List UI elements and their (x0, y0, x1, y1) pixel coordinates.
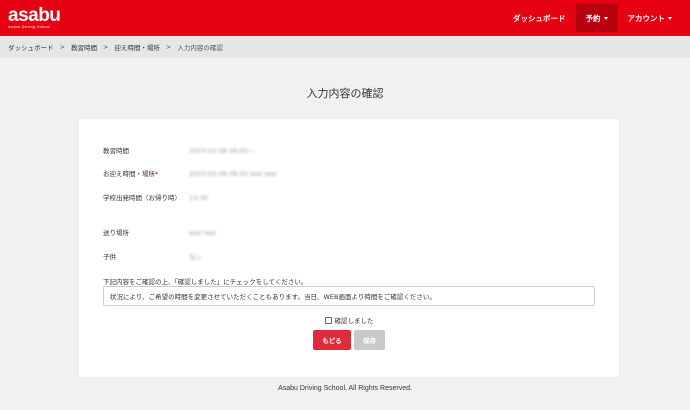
page-title: 入力内容の確認 (306, 87, 384, 100)
breadcrumb-separator: > (102, 43, 109, 51)
departure-value: 13:30 (189, 194, 208, 202)
breadcrumb: ダッシュボード > 教習時間 > 迎え時間・場所 > 入力内容の確認 (0, 36, 690, 58)
confirm-checkbox[interactable] (324, 316, 332, 324)
nav-account-label: アカウント (627, 13, 666, 23)
pickup-value: 2023-02-08 08:35 test test (189, 170, 277, 178)
caret-down-icon (603, 16, 608, 20)
pickup-row: お迎え時間・場所* 2023-02-08 08:35 test test (103, 169, 277, 180)
footer-copyright: Asabu Driving School, All Rights Reserve… (278, 385, 412, 392)
pickup-label: お迎え時間・場所* (103, 169, 189, 180)
confirm-checkbox-row[interactable]: 確認しました (79, 315, 619, 325)
nav-menu: ダッシュボード 予約 アカウント (503, 0, 682, 36)
confirm-label[interactable]: 確認しました (335, 315, 374, 325)
child-value: なし (189, 253, 202, 261)
nav-dashboard[interactable]: ダッシュボード (503, 0, 576, 36)
back-button[interactable]: もどる (313, 330, 351, 350)
pickup-label-text: お迎え時間・場所 (103, 170, 155, 178)
nav-reservation-label: 予約 (585, 13, 601, 23)
breadcrumb-dashboard[interactable]: ダッシュボード (8, 42, 54, 52)
lesson-time-label: 教習時間 (103, 147, 129, 155)
departure-label: 学校出発時間（お帰り時） (103, 194, 181, 202)
lesson-time-value: 2023-02-08 09:00~ (189, 147, 254, 155)
child-label: 子供 (103, 253, 116, 261)
breadcrumb-current: 入力内容の確認 (177, 44, 223, 52)
nav-account-dropdown[interactable]: アカウント (618, 0, 683, 36)
logo-subtitle: Asabu Driving School (8, 24, 51, 29)
action-buttons: もどる 保存 (79, 330, 619, 350)
logo-wordmark: asabu (8, 5, 61, 26)
asabu-logo[interactable]: asabu Asabu Driving School (8, 5, 61, 29)
dropoff-label: 送り場所 (103, 229, 129, 237)
caret-down-icon (668, 16, 672, 20)
breadcrumb-lesson-time[interactable]: 教習時間 (71, 42, 97, 52)
notice-textbox: 状況により、ご希望の時間を変更させていただくこともあります。当日、WEB画面より… (103, 286, 595, 306)
lesson-time-row: 教習時間 2023-02-08 09:00~ (103, 146, 253, 157)
dropoff-row: 送り場所 test test (103, 228, 216, 239)
notice-label: 下記内容をご確認の上、「確認しました」にチェックをしてください。 (103, 278, 308, 286)
nav-reservation-dropdown[interactable]: 予約 (575, 4, 618, 32)
notice-text: 状況により、ご希望の時間を変更させていただくこともあります。当日、WEB画面より… (110, 293, 436, 301)
dropoff-value: test test (189, 229, 217, 237)
breadcrumb-separator: > (59, 43, 65, 51)
breadcrumb-pickup[interactable]: 迎え時間・場所 (114, 42, 160, 52)
child-row: 子供 なし (103, 252, 202, 263)
required-mark: * (155, 170, 159, 178)
top-navbar: asabu Asabu Driving School ダッシュボード 予約 アカ… (0, 0, 690, 36)
breadcrumb-separator: > (165, 43, 172, 51)
confirmation-card: 教習時間 2023-02-08 09:00~ お迎え時間・場所* 2023-02… (79, 119, 619, 377)
save-button[interactable]: 保存 (354, 330, 385, 350)
departure-row: 学校出発時間（お帰り時） 13:30 (103, 193, 208, 204)
